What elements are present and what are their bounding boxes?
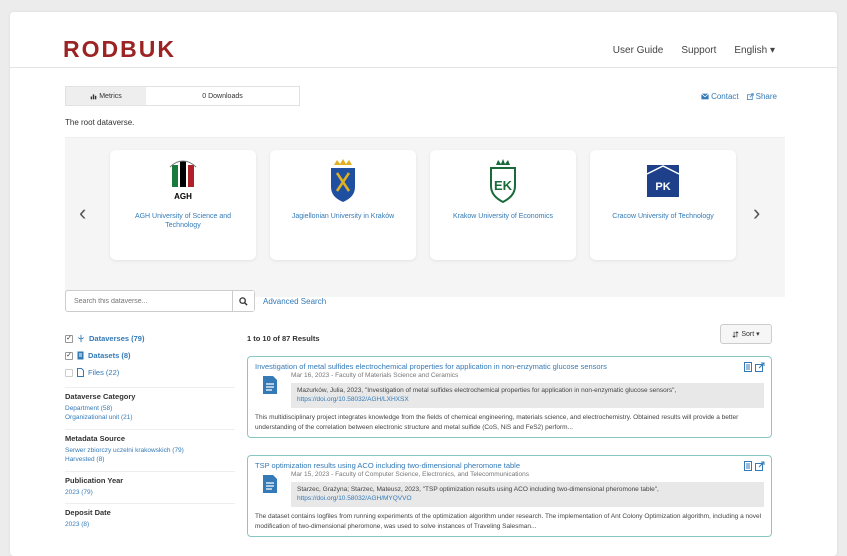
result-actions <box>744 461 765 471</box>
dataset-file-icon <box>262 474 278 499</box>
caret-down-icon: ▾ <box>756 331 760 338</box>
nav-language[interactable]: English ▾ <box>734 45 775 56</box>
facet-group-title: Publication Year <box>65 475 124 485</box>
facet-item[interactable]: 2023 (79) <box>65 488 235 497</box>
agh-logo-icon: AGH <box>166 150 200 212</box>
dataset-icon[interactable] <box>744 362 752 372</box>
contact-button[interactable]: Contact <box>701 92 739 101</box>
external-link-icon[interactable] <box>755 362 765 372</box>
result-title[interactable]: TSP optimization results using ACO inclu… <box>255 461 764 470</box>
page-actions: Contact Share <box>701 92 777 101</box>
result-description: The dataset contains logfiles from runni… <box>255 512 762 530</box>
facet-label: Files (22) <box>88 368 120 377</box>
results-count: 1 to 10 of 87 Results <box>247 334 320 343</box>
facet-item[interactable]: Serwer zbiorczy uczelni krakowskich (79) <box>65 446 235 455</box>
facet-group-title: Dataverse Category <box>65 392 136 401</box>
share-label: Share <box>755 92 777 101</box>
sort-label: Sort <box>741 330 755 338</box>
metrics-tab[interactable]: Metrics <box>66 87 146 105</box>
downloads-count: 0 Downloads <box>146 87 299 105</box>
uek-logo-icon: EK <box>488 150 518 212</box>
sort-icon <box>732 330 739 338</box>
facet-item[interactable]: Organizational unit (21) <box>65 413 235 422</box>
facet-group-title: Metadata Source <box>65 433 126 443</box>
pk-logo-icon: PK <box>646 150 680 212</box>
result-citation: Mazurków, Julia, 2023, "Investigation of… <box>291 383 764 408</box>
search-icon <box>239 296 248 306</box>
nav-user-guide[interactable]: User Guide <box>613 45 664 56</box>
share-icon <box>746 93 754 100</box>
facet-item[interactable]: Harvested (8) <box>65 455 235 464</box>
checkbox-unchecked-icon[interactable] <box>65 368 73 377</box>
checkbox-checked-icon[interactable]: ✓ <box>65 351 73 360</box>
file-icon <box>77 368 84 377</box>
result-actions <box>744 362 765 372</box>
header: RODBUK User Guide Support English ▾ <box>10 12 837 68</box>
metrics-tab-label: Metrics <box>99 92 122 100</box>
facet-item[interactable]: 2023 (8) <box>65 520 235 529</box>
facet-group-dataverse-category: Dataverse Category Department (58) Organ… <box>65 387 235 423</box>
facet-sidebar: ✓ Dataverses (79) ✓ Datasets (8) Files (… <box>65 330 235 530</box>
jagiellonian-logo-icon <box>328 150 358 212</box>
dataset-file-icon <box>262 375 278 400</box>
result-title[interactable]: Investigation of metal sulfides electroc… <box>255 362 764 371</box>
dataset-icon <box>77 351 84 360</box>
facet-group-deposit-date: Deposit Date 2023 (8) <box>65 503 235 529</box>
checkbox-checked-icon[interactable]: ✓ <box>65 334 73 343</box>
facet-item[interactable]: Department (58) <box>65 404 235 413</box>
citation-text: Mazurków, Julia, 2023, "Investigation of… <box>297 387 677 394</box>
featured-card-pk[interactable]: PK Cracow University of Technology <box>590 150 736 260</box>
doi-link[interactable]: https://doi.org/10.58032/AGH/MYQVVO <box>297 495 412 502</box>
featured-card-name: Krakow University of Economics <box>453 213 553 220</box>
svg-text:AGH: AGH <box>174 192 192 201</box>
facet-group-metadata-source: Metadata Source Serwer zbiorczy uczelni … <box>65 428 235 465</box>
featured-card-name: Cracow University of Technology <box>612 213 714 220</box>
share-button[interactable]: Share <box>746 92 777 101</box>
result-description: This multidisciplinary project integrate… <box>255 413 739 431</box>
dataverse-description: The root dataverse. <box>65 118 135 127</box>
featured-card-uek[interactable]: EK Krakow University of Economics <box>430 150 576 260</box>
search-button[interactable] <box>232 291 254 311</box>
result-meta: Mar 16, 2023 - Faculty of Materials Scie… <box>291 372 459 379</box>
facet-group-title: Deposit Date <box>65 508 111 518</box>
search-input[interactable] <box>66 291 232 311</box>
envelope-icon <box>701 93 709 100</box>
site-logo[interactable]: RODBUK <box>63 38 176 61</box>
featured-dataverses-carousel: ‹ AGH AGH University of Science and Tech… <box>65 137 785 297</box>
featured-card-agh[interactable]: AGH AGH University of Science and Techno… <box>110 150 256 260</box>
nav-support[interactable]: Support <box>681 45 716 56</box>
result-card: Investigation of metal sulfides electroc… <box>247 356 772 439</box>
external-link-icon[interactable] <box>755 461 765 471</box>
contact-label: Contact <box>711 92 739 101</box>
svg-text:EK: EK <box>494 178 513 193</box>
result-card: TSP optimization results using ACO inclu… <box>247 455 772 538</box>
facet-label: Datasets (8) <box>88 351 131 360</box>
search-box <box>65 290 255 312</box>
advanced-search-link[interactable]: Advanced Search <box>263 297 326 306</box>
result-meta: Mar 15, 2023 - Faculty of Computer Scien… <box>291 471 529 478</box>
featured-card-jagiellonian[interactable]: Jagiellonian University in Kraków <box>270 150 416 260</box>
facet-label: Dataverses (79) <box>89 334 145 343</box>
metrics-bar: Metrics 0 Downloads <box>65 86 300 106</box>
result-citation: Starzec, Grażyna; Starzec, Mateusz, 2023… <box>291 482 764 507</box>
chevron-right-icon[interactable]: › <box>753 200 760 226</box>
chevron-left-icon[interactable]: ‹ <box>79 200 86 226</box>
dataverse-icon <box>77 334 85 343</box>
citation-text: Starzec, Grażyna; Starzec, Mateusz, 2023… <box>297 486 659 493</box>
doi-link[interactable]: https://doi.org/10.58032/AGH/LXHXSX <box>297 396 409 403</box>
bar-chart-icon <box>90 93 97 99</box>
sort-button[interactable]: Sort ▾ <box>720 324 772 344</box>
page: RODBUK User Guide Support English ▾ Metr… <box>10 12 837 556</box>
facet-group-publication-year: Publication Year 2023 (79) <box>65 470 235 497</box>
svg-text:PK: PK <box>655 181 670 193</box>
facet-files[interactable]: Files (22) <box>65 364 235 381</box>
facet-datasets[interactable]: ✓ Datasets (8) <box>65 347 235 364</box>
dataset-icon[interactable] <box>744 461 752 471</box>
facet-dataverses[interactable]: ✓ Dataverses (79) <box>65 330 235 347</box>
featured-card-name: AGH University of Science and Technology <box>134 213 232 230</box>
featured-card-name: Jagiellonian University in Kraków <box>291 213 395 220</box>
top-nav: User Guide Support English ▾ <box>613 45 775 56</box>
